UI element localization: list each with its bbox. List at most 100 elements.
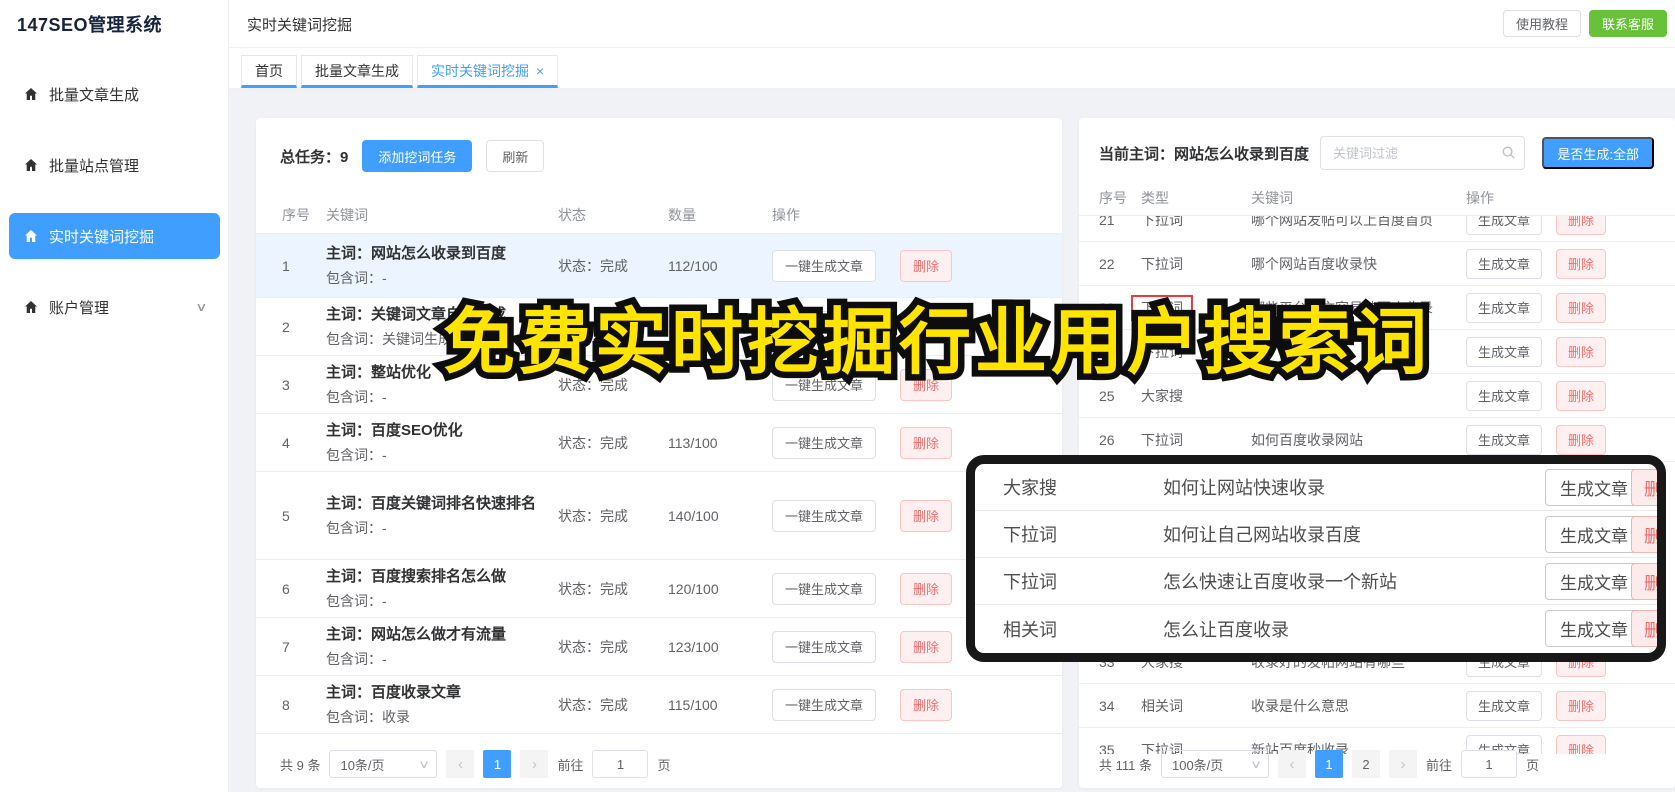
delete-button[interactable]: 删除	[1631, 516, 1657, 553]
search-icon	[1501, 145, 1516, 160]
row-type: 下拉词	[1141, 255, 1183, 272]
task-table-header: 序号 关键词 状态 数量 操作	[256, 196, 1062, 234]
row-include-words: 包含词：-	[326, 650, 387, 667]
tab-keyword-mining[interactable]: 实时关键词挖掘 ×	[417, 55, 559, 88]
sidebar-item-account[interactable]: 账户管理 ∨	[9, 284, 220, 330]
generate-article-button[interactable]: 一键生成文章	[772, 630, 877, 663]
col-action: 操作	[1466, 189, 1494, 206]
generate-filter-button[interactable]: 是否生成:全部	[1542, 137, 1654, 169]
delete-button[interactable]: 删除	[900, 499, 953, 532]
goto-page-input[interactable]	[1461, 750, 1517, 778]
row-include-words: 包含词：-	[326, 519, 387, 536]
delete-button[interactable]: 删除	[1556, 380, 1607, 411]
page-number-1[interactable]: 1	[483, 750, 512, 778]
sidebar-item-keyword-mining[interactable]: 实时关键词挖掘	[9, 213, 220, 259]
col-keyword: 关键词	[1251, 189, 1293, 206]
delete-button[interactable]: 删除	[1556, 216, 1607, 235]
keywords-table-header: 序号 类型 关键词 操作	[1079, 180, 1675, 216]
generate-article-button[interactable]: 一键生成文章	[772, 249, 877, 282]
row-include-words: 包含词：-	[326, 592, 387, 609]
delete-button[interactable]: 删除	[1631, 469, 1657, 506]
generate-article-button[interactable]: 生成文章	[1466, 380, 1543, 411]
page-number-2[interactable]: 2	[1351, 750, 1380, 778]
close-icon[interactable]: ×	[536, 64, 544, 78]
row-status: 状态：完成	[558, 696, 628, 713]
delete-button[interactable]: 删除	[900, 630, 953, 663]
delete-button[interactable]: 删除	[1556, 690, 1607, 721]
tutorial-button[interactable]: 使用教程	[1502, 10, 1581, 37]
row-type: 大家搜	[1141, 387, 1183, 404]
generate-article-button[interactable]: 一键生成文章	[772, 572, 877, 605]
next-page-button[interactable]: ›	[520, 750, 549, 778]
col-action: 操作	[772, 206, 800, 223]
prev-page-button[interactable]: ‹	[1277, 750, 1306, 778]
generate-article-button[interactable]: 生成文章	[1545, 515, 1643, 553]
sidebar-item-site-batch[interactable]: 批量站点管理	[9, 142, 220, 188]
refresh-button[interactable]: 刷新	[486, 140, 545, 172]
generate-article-button[interactable]: 生成文章	[1466, 292, 1543, 323]
row-keyword: 收录是什么意思	[1251, 697, 1349, 714]
sidebar-item-article-batch[interactable]: 批量文章生成	[9, 71, 220, 117]
generate-article-button[interactable]: 一键生成文章	[772, 426, 877, 459]
row-count: 140/100	[668, 507, 719, 524]
generate-article-button[interactable]: 生成文章	[1466, 690, 1543, 721]
page-number-1[interactable]: 1	[1314, 750, 1343, 778]
delete-button[interactable]: 删除	[1556, 248, 1607, 279]
delete-button[interactable]: 删除	[1556, 734, 1607, 754]
delete-button[interactable]: 删除	[900, 426, 953, 459]
delete-button[interactable]: 删除	[900, 249, 953, 282]
page-size-select[interactable]: 10条/页 ∨	[329, 750, 438, 778]
delete-button[interactable]: 删除	[1631, 563, 1657, 600]
row-type: 相关词	[1141, 697, 1183, 714]
row-no: 7	[282, 638, 290, 655]
row-no: 6	[282, 580, 290, 597]
goto-page-input[interactable]	[592, 750, 649, 778]
generate-article-button[interactable]: 生成文章	[1545, 562, 1643, 600]
table-row: 22 下拉词 哪个网站百度收录快 生成文章 删除	[1079, 242, 1675, 286]
delete-button[interactable]: 删除	[1556, 292, 1607, 323]
generate-article-button[interactable]: 生成文章	[1466, 216, 1543, 235]
table-row: 1 主词：网站怎么收录到百度 包含词：- 状态：完成 112/100 一键生成文章…	[256, 234, 1062, 298]
next-page-button[interactable]: ›	[1388, 750, 1417, 778]
generate-article-button[interactable]: 生成文章	[1545, 610, 1643, 647]
contact-support-button[interactable]: 联系客服	[1588, 10, 1667, 37]
generate-article-button[interactable]: 生成文章	[1466, 336, 1543, 367]
row-count: 112/100	[668, 257, 718, 274]
keyword-filter-input[interactable]	[1320, 136, 1525, 170]
generate-article-button[interactable]: 一键生成文章	[772, 688, 877, 721]
sidebar: 147SEO管理系统 批量文章生成 批量站点管理 实时关键词挖掘 账户管理 ∨	[0, 0, 229, 792]
tab-article-batch[interactable]: 批量文章生成	[301, 55, 413, 88]
sidebar-item-label: 实时关键词挖掘	[49, 228, 155, 246]
delete-button[interactable]: 删除	[1556, 336, 1607, 367]
prev-page-button[interactable]: ‹	[446, 750, 475, 778]
delete-button[interactable]: 删除	[1631, 610, 1657, 647]
table-row: 21 下拉词 哪个网站发帖可以上百度首页 生成文章 删除	[1079, 216, 1675, 242]
page-size-select[interactable]: 100条/页 ∨	[1160, 750, 1269, 778]
add-task-button[interactable]: 添加挖词任务	[362, 140, 473, 172]
generate-article-button[interactable]: 生成文章	[1545, 468, 1643, 506]
goto-label: 前往	[1425, 757, 1452, 773]
row-status: 状态：完成	[558, 434, 628, 451]
generate-article-button[interactable]: 一键生成文章	[772, 499, 877, 532]
delete-button[interactable]: 删除	[900, 688, 953, 721]
total-tasks-label: 总任务：	[280, 148, 341, 166]
row-keyword: 如何百度收录网站	[1251, 431, 1363, 448]
row-include-words: 包含词：-	[326, 388, 387, 405]
generate-article-button[interactable]: 生成文章	[1466, 424, 1543, 455]
sidebar-item-label: 账户管理	[49, 299, 110, 317]
chevron-down-icon: ∨	[1249, 758, 1262, 771]
col-no: 序号	[282, 206, 310, 223]
table-row: 6 主词：百度搜索排名怎么做 包含词：- 状态：完成 120/100 一键生成文章…	[256, 560, 1062, 618]
delete-button[interactable]: 删除	[1556, 424, 1607, 455]
row-main-keyword: 主词：网站怎么收录到百度	[326, 244, 507, 262]
row-type: 相关词	[1003, 619, 1057, 640]
row-keyword: 如何让网站快速收录	[1163, 478, 1325, 498]
row-status: 状态：完成	[558, 507, 628, 524]
row-no: 22	[1099, 255, 1115, 272]
table-row: 4 主词：百度SEO优化 包含词：- 状态：完成 113/100 一键生成文章 删除	[256, 414, 1062, 472]
tab-home[interactable]: 首页	[241, 55, 297, 88]
delete-button[interactable]: 删除	[900, 572, 953, 605]
generate-article-button[interactable]: 生成文章	[1466, 248, 1543, 279]
row-keyword: 哪个网站发帖可以上百度首页	[1251, 216, 1433, 228]
table-row: 7 主词：网站怎么做才有流量 包含词：- 状态：完成 123/100 一键生成文章…	[256, 618, 1062, 676]
